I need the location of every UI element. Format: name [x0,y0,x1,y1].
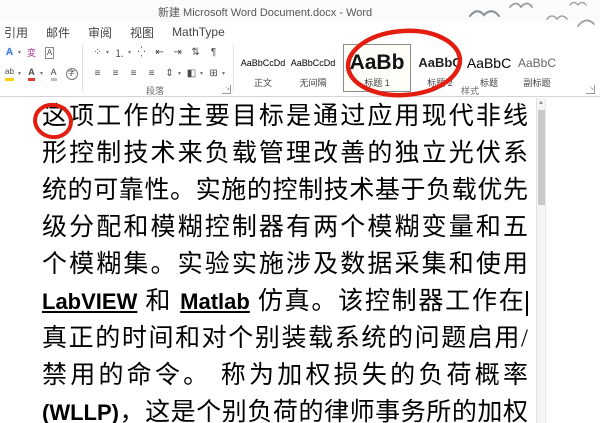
dropdown-arrow-icon[interactable]: ▾ [106,49,109,56]
shading-icon[interactable]: ◧ [184,66,199,81]
vertical-scrollbar[interactable]: ▲ [536,98,546,423]
justify-icon[interactable]: ≡ [144,66,159,81]
tab-mathtype[interactable]: MathType [163,23,234,41]
group-separator [82,45,83,91]
bullets-icon[interactable]: ⁘ [90,45,105,60]
numbering-icon[interactable]: ⒈ [112,45,127,60]
tab-mailings[interactable]: 邮件 [37,22,79,43]
paragraph-group-label: 段落 [88,84,222,97]
paragraph-dialog-launcher-icon[interactable]: ↘ [222,85,231,94]
character-border-icon[interactable]: A [42,45,57,60]
align-right-icon[interactable]: ≡ [126,66,141,81]
scrollbar-thumb[interactable] [538,110,545,205]
document-line: 形控制技术来负载管理改善的独立光伏系 [42,135,528,172]
paragraph-group-row2: ≡ ≡ ≡ ≡ ⇕ ▾ ◧ ▾ ⊞ ▾ [90,66,225,81]
document-line-mixed: (WLLP)，这是个别负荷的律师事务所的加权 [42,394,528,423]
document-line: 级分配和模糊控制器有两个模糊变量和五 [42,209,528,246]
tab-references[interactable]: 引用 [0,22,37,43]
document-line: 这项工作的主要目标是通过应用现代非线 [42,98,528,135]
document-line: 禁用的命令。 称为加权损失的负荷概率 [42,357,528,394]
ribbon: A ▾ 変 A ab ▾ A ▾ A 字 ⁘ ▾ ⒈ ▾ ⁛ ⇤ ⇥ ⇅ ¶ ≡… [0,42,600,97]
align-left-icon[interactable]: ≡ [90,66,105,81]
dropdown-arrow-icon[interactable]: ▾ [18,49,21,56]
titlebar: 新建 Microsoft Word Document.docx - Word [0,0,600,22]
titlebar-birds-decoration [450,0,600,36]
decrease-indent-icon[interactable]: ⇤ [152,45,167,60]
wllp-word: (WLLP) [42,400,119,423]
paragraph-group-row1: ⁘ ▾ ⒈ ▾ ⁛ ⇤ ⇥ ⇅ ¶ [90,45,221,60]
multilevel-list-icon[interactable]: ⁛ [134,45,149,60]
tab-view[interactable]: 视图 [121,22,163,43]
font-group-row1: A ▾ 変 A [2,45,57,60]
styles-dialog-launcher-icon[interactable]: ↘ [586,85,595,94]
pilcrow-icon[interactable]: ¶ [206,45,221,60]
style-sample: AaBbC [518,56,556,70]
document-line: 个模糊集。实验实施涉及数据采集和使用 [42,246,528,283]
phonetic-guide-icon[interactable]: 変 [24,45,39,60]
document-line-mixed: LabVIEW 和 Matlab 仿真。该控制器工作在 [42,283,528,320]
text-effects-icon[interactable]: A [2,45,17,60]
align-center-icon[interactable]: ≡ [108,66,123,81]
window-title: 新建 Microsoft Word Document.docx - Word [158,4,372,20]
text-cursor [526,291,528,316]
labview-word: LabVIEW [42,289,137,314]
dropdown-arrow-icon[interactable]: ▾ [222,70,225,77]
dropdown-arrow-icon[interactable]: ▾ [18,70,21,77]
sort-icon[interactable]: ⇅ [188,45,203,60]
style-sample: AaBb [350,51,405,75]
matlab-word: Matlab [180,289,250,314]
style-sample: AaBbC [418,55,461,70]
line-spacing-icon[interactable]: ⇕ [162,66,177,81]
font-color-icon[interactable]: A [24,66,39,81]
borders-icon[interactable]: ⊞ [206,66,221,81]
dropdown-arrow-icon[interactable]: ▾ [178,70,181,77]
increase-indent-icon[interactable]: ⇥ [170,45,185,60]
highlight-color-icon[interactable]: ab [2,66,17,81]
font-group-row2: ab ▾ A ▾ A 字 [2,66,79,81]
style-sample: AaBbC [467,55,511,71]
style-name: 无间隔 [291,76,335,89]
document-line: 真正的时间和对个别装载系统的问题启用/ [42,320,528,357]
style-card-no-spacing[interactable]: AaBbCcDd 无间隔 [290,44,336,92]
dropdown-arrow-icon[interactable]: ▾ [200,70,203,77]
style-name: 正文 [241,76,285,89]
character-shading-icon[interactable]: A [46,66,61,81]
style-sample: AaBbCcDd [291,58,336,68]
tab-review[interactable]: 审阅 [79,22,121,43]
scroll-up-icon[interactable]: ▲ [537,98,545,108]
document-edit-area[interactable]: 这项工作的主要目标是通过应用现代非线 形控制技术来负载管理改善的独立光伏系 统的… [0,98,600,423]
dropdown-arrow-icon[interactable]: ▾ [128,49,131,56]
style-sample: AaBbCcDd [241,58,286,68]
document-line: 统的可靠性。实施的控制技术基于负载优先 [42,172,528,209]
dropdown-arrow-icon[interactable]: ▾ [40,70,43,77]
style-card-normal[interactable]: AaBbCcDd 正文 [240,44,286,92]
styles-group-label: 样式 [400,84,540,97]
group-separator [233,45,234,91]
enclose-characters-icon[interactable]: 字 [64,66,79,81]
